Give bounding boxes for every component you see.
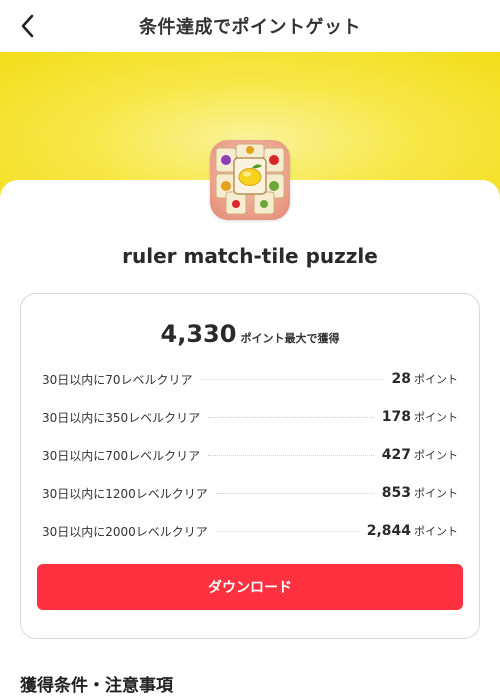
reward-row: 30日以内に350レベルクリア 178 ポイント — [42, 398, 458, 436]
reward-points: 2,844 — [366, 523, 411, 539]
chevron-left-icon — [21, 14, 34, 38]
reward-condition: 30日以内に70レベルクリア — [42, 372, 193, 387]
reward-condition: 30日以内に350レベルクリア — [42, 410, 201, 425]
rewards-card: 4,330 ポイント最大で獲得 30日以内に70レベルクリア 28 ポイント 30… — [20, 293, 480, 639]
reward-row: 30日以内に70レベルクリア 28 ポイント — [42, 360, 458, 398]
reward-row: 30日以内に2000レベルクリア 2,844 ポイント — [42, 512, 458, 550]
reward-condition: 30日以内に700レベルクリア — [42, 448, 201, 463]
page-title: 条件達成でポイントゲット — [139, 17, 361, 38]
dotted-leader — [215, 530, 359, 532]
dotted-leader — [215, 492, 374, 494]
reward-row: 30日以内に700レベルクリア 427 ポイント — [42, 436, 458, 474]
dotted-leader — [208, 454, 374, 456]
points-unit: ポイント — [414, 411, 458, 424]
reward-points: 853 — [381, 485, 411, 501]
points-unit: ポイント — [414, 525, 458, 538]
fruit-tile-puzzle-app-icon — [215, 143, 285, 215]
back-button[interactable] — [14, 12, 42, 40]
reward-condition: 30日以内に2000レベルクリア — [42, 524, 208, 539]
points-unit: ポイント — [414, 373, 458, 386]
dotted-leader — [208, 416, 374, 418]
reward-row: 30日以内に1200レベルクリア 853 ポイント — [42, 474, 458, 512]
dotted-leader — [200, 378, 384, 380]
reward-condition: 30日以内に1200レベルクリア — [42, 486, 208, 501]
conditions-heading: 獲得条件・注意事項 — [20, 676, 173, 696]
reward-points: 427 — [381, 447, 411, 463]
total-points: 4,330 ポイント最大で獲得 — [21, 320, 479, 348]
app-name: ruler match-tile puzzle — [122, 244, 378, 268]
points-unit: ポイント — [414, 449, 458, 462]
total-points-label: ポイント最大で獲得 — [240, 332, 340, 345]
reward-points: 28 — [391, 371, 411, 387]
app-icon — [210, 140, 290, 220]
total-points-value: 4,330 — [160, 320, 237, 348]
reward-list: 30日以内に70レベルクリア 28 ポイント 30日以内に350レベルクリア 1… — [42, 360, 458, 550]
reward-points: 178 — [381, 409, 411, 425]
top-navigation-bar: 条件達成でポイントゲット — [0, 0, 500, 52]
download-button[interactable]: ダウンロード — [37, 564, 463, 610]
points-unit: ポイント — [414, 487, 458, 500]
